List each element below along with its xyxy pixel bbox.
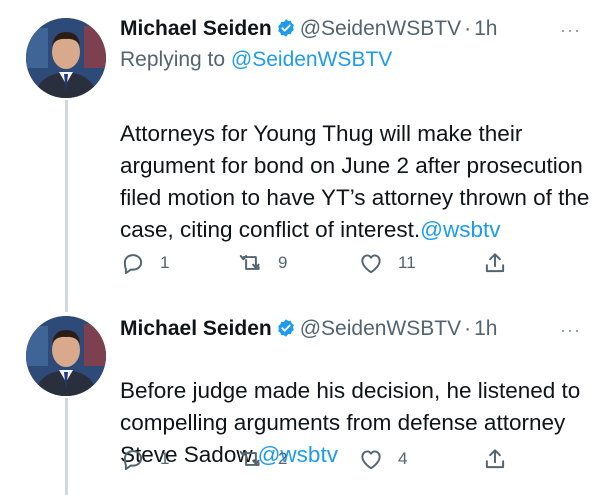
timestamp[interactable]: 1h — [474, 17, 497, 40]
like-icon — [361, 254, 381, 274]
share-button[interactable] — [482, 444, 508, 474]
tweet-header: Michael Seiden @SeidenWSBTV · 1h — [120, 316, 497, 342]
tweet-actions: 1 2 4 — [120, 444, 520, 474]
tweet[interactable]: Michael Seiden @SeidenWSBTV · 1h ··· Replyi… — [0, 0, 595, 300]
separator-dot: · — [464, 317, 472, 340]
verified-badge-icon — [276, 18, 296, 38]
reply-button[interactable]: 1 — [120, 444, 169, 474]
more-icon[interactable]: ··· — [560, 20, 581, 41]
share-icon — [485, 253, 505, 273]
more-icon[interactable]: ··· — [560, 320, 581, 341]
avatar-photo — [26, 316, 106, 396]
author-handle[interactable]: @SeidenWSBTV — [300, 317, 461, 340]
mention-link[interactable]: @wsbtv — [420, 217, 500, 242]
tweet-text: Attorneys for Young Thug will make their… — [120, 86, 590, 246]
replying-to-label: Replying to — [120, 48, 231, 71]
author-handle[interactable]: @SeidenWSBTV — [300, 17, 461, 40]
author-name[interactable]: Michael Seiden — [120, 17, 272, 40]
like-count: 4 — [398, 449, 408, 468]
reply-count: 1 — [160, 253, 170, 272]
tweet-actions: 1 9 11 — [120, 248, 520, 278]
share-button[interactable] — [482, 248, 508, 278]
retweet-icon — [239, 450, 260, 466]
like-count: 11 — [398, 253, 416, 272]
like-icon — [361, 450, 381, 470]
retweet-icon — [239, 254, 260, 270]
timestamp[interactable]: 1h — [474, 317, 497, 340]
like-button[interactable]: 11 — [358, 248, 416, 278]
like-button[interactable]: 4 — [358, 444, 407, 474]
retweet-button[interactable]: 2 — [238, 444, 287, 474]
retweet-button[interactable]: 9 — [238, 248, 287, 278]
reply-button[interactable]: 1 — [120, 248, 169, 278]
avatar[interactable] — [26, 316, 106, 396]
verified-badge-icon — [276, 318, 296, 338]
avatar-photo — [26, 18, 106, 98]
tweet-body-text: Attorneys for Young Thug will make their… — [120, 121, 590, 242]
replying-to: Replying to @SeidenWSBTV — [120, 48, 392, 72]
separator-dot: · — [464, 17, 472, 40]
reply-icon — [123, 450, 143, 471]
author-name[interactable]: Michael Seiden — [120, 317, 272, 340]
avatar[interactable] — [26, 18, 106, 98]
tweet-header: Michael Seiden @SeidenWSBTV · 1h — [120, 16, 497, 42]
reply-icon — [123, 254, 143, 275]
retweet-count: 9 — [278, 253, 288, 272]
replying-to-mention[interactable]: @SeidenWSBTV — [231, 48, 392, 71]
tweet[interactable]: Michael Seiden @SeidenWSBTV · 1h ··· Before… — [0, 300, 595, 495]
retweet-count: 2 — [278, 449, 288, 468]
reply-count: 1 — [160, 449, 170, 468]
share-icon — [485, 449, 505, 469]
